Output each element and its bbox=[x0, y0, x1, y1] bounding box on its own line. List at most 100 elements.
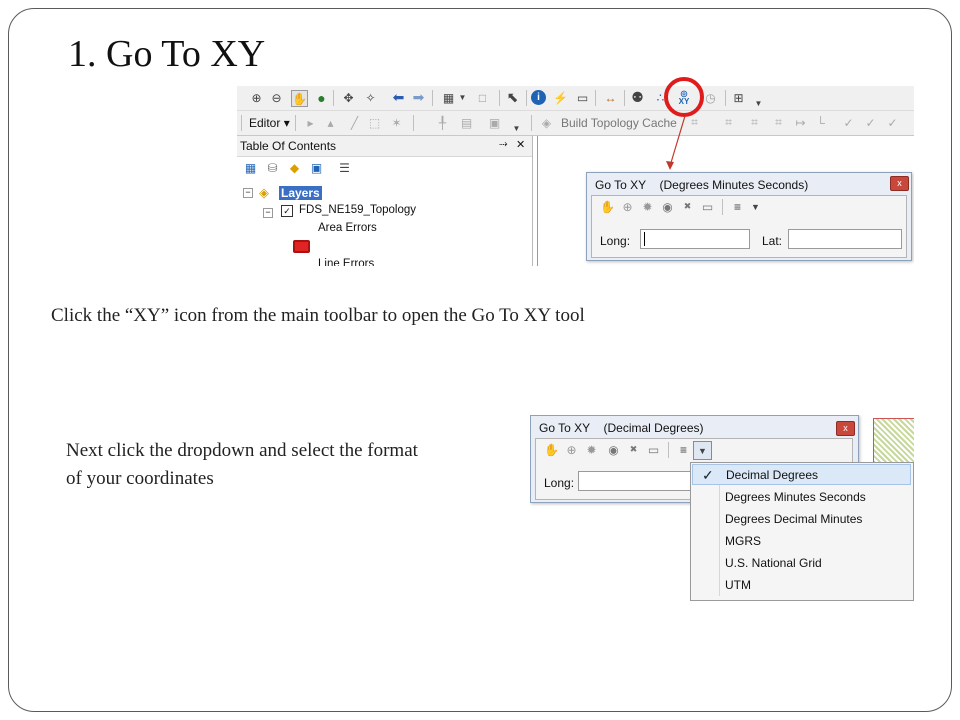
fix-topology-error-icon[interactable]: ✓ bbox=[885, 115, 900, 130]
construct-features-icon[interactable]: ⌗ bbox=[747, 115, 762, 130]
trace-icon[interactable]: ✶ bbox=[389, 115, 404, 130]
back-extent-icon[interactable]: ⬅ bbox=[391, 89, 406, 105]
topology-edit-icon[interactable]: ⌗ bbox=[687, 115, 702, 130]
build-topology-cache-label[interactable]: Build Topology Cache bbox=[561, 116, 677, 130]
dialog-body: ✋ ⊕ ✹ ◉ ✖ ▭ ≡ ▼ Long: Lat: bbox=[591, 195, 907, 258]
dialog-close-button[interactable]: x bbox=[890, 176, 909, 191]
sketch-properties-icon[interactable]: ▣ bbox=[487, 115, 502, 130]
dialog-close-button[interactable]: x bbox=[836, 421, 855, 436]
go-to-xy-dialog-dms: Go To XY (Degrees Minutes Seconds) x ✋ ⊕… bbox=[586, 172, 912, 261]
toolbar-separator bbox=[595, 90, 596, 106]
zoom-to-icon[interactable]: ⊕ bbox=[620, 199, 635, 214]
html-popup-icon[interactable]: ▭ bbox=[575, 90, 590, 105]
toolbar-overflow-icon[interactable]: ▼ bbox=[751, 96, 766, 111]
menu-item-decimal-degrees[interactable]: ✓ Decimal Degrees bbox=[692, 464, 911, 485]
recent-locations-icon[interactable]: ≡ bbox=[676, 442, 691, 457]
align-edge-icon[interactable]: ↦ bbox=[793, 115, 808, 130]
pan-to-icon[interactable]: ✋ bbox=[600, 199, 615, 214]
find-route-icon[interactable]: ∴ bbox=[653, 90, 668, 105]
menu-item-label: UTM bbox=[725, 578, 751, 592]
hyperlink-icon[interactable]: ⚡ bbox=[553, 90, 568, 105]
planarize-icon[interactable]: ⌗ bbox=[771, 115, 786, 130]
menu-item-degrees-decimal-minutes[interactable]: Degrees Decimal Minutes bbox=[692, 509, 911, 530]
instruction-caption-2-line1: Next click the dropdown and select the f… bbox=[66, 440, 418, 461]
pan-to-icon[interactable]: ✋ bbox=[544, 442, 559, 457]
flash-icon[interactable]: ✹ bbox=[640, 199, 655, 214]
layers-label[interactable]: Layers bbox=[279, 186, 322, 200]
main-toolbar: ⊕ ⊖ ✋ ● ✥ ✧ ⬅ ➡ ▦ ▼ □ ⬉ i ⚡ ▭ ↔ ⚉ ∴ ◎ XY… bbox=[237, 86, 914, 111]
list-by-drawing-order-icon[interactable]: ▦ bbox=[243, 160, 258, 175]
close-icon[interactable]: ✕ bbox=[516, 138, 525, 151]
add-point-icon[interactable]: ◉ bbox=[660, 199, 675, 214]
format-dropdown-button[interactable]: ▼ bbox=[693, 441, 712, 460]
collapse-icon[interactable]: − bbox=[263, 208, 273, 218]
options-icon[interactable]: ☰ bbox=[337, 160, 352, 175]
edit-annotation-icon[interactable]: ▴ bbox=[323, 115, 338, 130]
measure-icon[interactable]: ↔ bbox=[603, 90, 618, 105]
add-labeled-point-icon[interactable]: ✖ bbox=[626, 442, 641, 457]
time-slider-icon[interactable]: ◷ bbox=[703, 90, 718, 105]
fixed-zoom-in-icon[interactable]: ✥ bbox=[341, 90, 356, 105]
clear-selection-icon[interactable]: □ bbox=[475, 90, 490, 105]
select-features-icon[interactable]: ▦ bbox=[441, 90, 456, 105]
forward-extent-icon[interactable]: ➡ bbox=[411, 89, 426, 105]
toolbar-separator bbox=[725, 90, 726, 106]
shared-features-icon[interactable]: ⌗ bbox=[721, 115, 736, 130]
menu-item-us-national-grid[interactable]: U.S. National Grid bbox=[692, 553, 911, 574]
fixed-zoom-out-icon[interactable]: ✧ bbox=[363, 90, 378, 105]
topology-layer-label[interactable]: FDS_NE159_Topology bbox=[299, 204, 416, 216]
edit-tool-icon[interactable]: ▸ bbox=[303, 115, 318, 130]
zoom-out-icon[interactable]: ⊖ bbox=[269, 90, 284, 105]
long-input[interactable] bbox=[640, 229, 750, 249]
menu-item-mgrs[interactable]: MGRS bbox=[692, 531, 911, 552]
editor-menu-label: Editor bbox=[249, 116, 281, 130]
go-to-xy-button[interactable]: ◎ XY bbox=[675, 88, 693, 108]
split-tool-icon[interactable]: ╀ bbox=[435, 115, 450, 130]
menu-item-degrees-minutes-seconds[interactable]: Degrees Minutes Seconds bbox=[692, 487, 911, 508]
menu-item-utm[interactable]: UTM bbox=[692, 575, 911, 596]
straight-segment-icon[interactable]: ╱ bbox=[347, 115, 362, 130]
attributes-icon[interactable]: ▤ bbox=[459, 115, 474, 130]
format-dropdown-icon[interactable]: ▼ bbox=[748, 199, 763, 214]
zoom-in-icon[interactable]: ⊕ bbox=[249, 90, 264, 105]
long-input[interactable] bbox=[578, 471, 696, 491]
editor-menu[interactable]: Editor ▾ bbox=[249, 116, 290, 130]
lat-label: Lat: bbox=[762, 234, 783, 248]
create-viewer-window-icon[interactable]: ⊞ bbox=[731, 90, 746, 105]
recent-locations-icon[interactable]: ≡ bbox=[730, 199, 745, 214]
dropdown-arrow-icon[interactable]: ▼ bbox=[455, 90, 470, 105]
add-callout-icon[interactable]: ▭ bbox=[700, 199, 715, 214]
generalize-icon[interactable]: └ bbox=[813, 115, 828, 130]
pin-icon[interactable]: ⤑ bbox=[499, 138, 508, 151]
add-point-icon[interactable]: ◉ bbox=[606, 442, 621, 457]
toolbar-separator bbox=[499, 90, 500, 106]
area-error-symbol bbox=[293, 240, 310, 253]
validate-extent-icon[interactable]: ✓ bbox=[863, 115, 878, 130]
editor-toolbar: Editor ▾ ▸ ▴ ╱ ⬚ ✶ ╀ ▤ ▣ ▼ ◈ Build Topol… bbox=[237, 111, 914, 136]
layers-icon: ◈ bbox=[259, 185, 269, 200]
list-by-visibility-icon[interactable]: ◆ bbox=[287, 160, 302, 175]
visibility-checkbox[interactable]: ✓ bbox=[281, 205, 293, 217]
instruction-caption-1: Click the “XY” icon from the main toolba… bbox=[51, 305, 585, 326]
build-topology-cache-icon[interactable]: ◈ bbox=[539, 115, 554, 130]
toolbar-overflow-icon[interactable]: ▼ bbox=[509, 121, 524, 136]
collapse-icon[interactable]: − bbox=[243, 188, 253, 198]
validate-topology-icon[interactable]: ✓ bbox=[841, 115, 856, 130]
identify-icon[interactable]: i bbox=[531, 90, 546, 105]
find-binoculars-icon[interactable]: ⚉ bbox=[630, 89, 645, 105]
full-extent-globe-icon[interactable]: ● bbox=[314, 90, 329, 106]
construction-tools-icon[interactable]: ⬚ bbox=[367, 115, 382, 130]
toolbar-separator bbox=[531, 115, 532, 131]
lat-input[interactable] bbox=[788, 229, 902, 249]
go-to-xy-format-dropdown-screenshot: Go To XY (Decimal Degrees) x ✋ ⊕ ✹ ◉ ✖ ▭… bbox=[530, 415, 914, 601]
menu-item-label: Degrees Decimal Minutes bbox=[725, 512, 863, 526]
pan-icon[interactable]: ✋ bbox=[291, 90, 308, 107]
list-by-source-icon[interactable]: ⛁ bbox=[265, 160, 280, 175]
add-labeled-point-icon[interactable]: ✖ bbox=[680, 199, 695, 214]
zoom-to-icon[interactable]: ⊕ bbox=[564, 442, 579, 457]
select-elements-icon[interactable]: ⬉ bbox=[505, 89, 520, 105]
text-cursor bbox=[644, 232, 645, 246]
list-by-selection-icon[interactable]: ▣ bbox=[309, 160, 324, 175]
add-callout-icon[interactable]: ▭ bbox=[646, 442, 661, 457]
flash-icon[interactable]: ✹ bbox=[584, 442, 599, 457]
